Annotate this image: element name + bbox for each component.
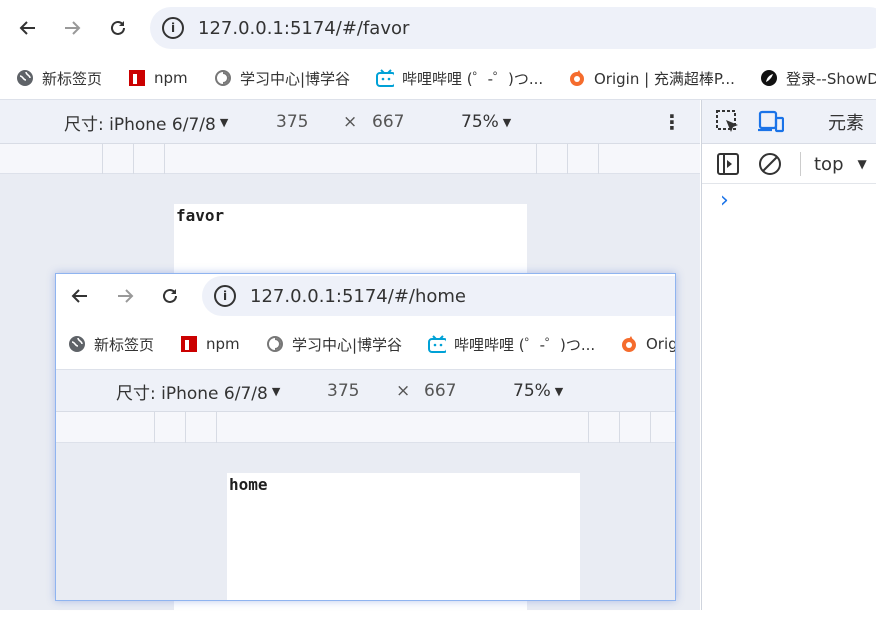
- bookmark-new-tab[interactable]: 新标签页: [68, 318, 155, 369]
- url-text: 127.0.0.1:5174/#/home: [250, 285, 466, 307]
- page-content: home: [227, 473, 580, 600]
- bookmark-label: 哔哩哔哩 (゜-゜)つ...: [454, 335, 596, 354]
- popup-device-toolbar: 尺寸: iPhone 6/7/8 ▼ 375 × 667 75% ▼: [56, 370, 675, 412]
- bookmark-label: 登录--ShowD: [786, 69, 876, 88]
- times-label: ×: [343, 112, 358, 132]
- tab-elements[interactable]: 元素: [828, 100, 864, 144]
- swirl-icon: [266, 335, 284, 353]
- site-info-icon[interactable]: i: [214, 285, 236, 307]
- bookmark-boxuegu[interactable]: 学习中心|博学谷: [266, 318, 403, 369]
- bookmark-label: 新标签页: [42, 69, 103, 88]
- bookmark-label: 学习中心|博学谷: [292, 335, 403, 354]
- globe-icon: [16, 69, 34, 87]
- console-toolbar: top ▼: [702, 144, 876, 184]
- origin-icon: [568, 69, 586, 87]
- popup-media-query-ruler: [56, 412, 675, 443]
- bilibili-icon: [428, 335, 446, 353]
- leaf-icon: [760, 69, 778, 87]
- bookmark-label: npm: [206, 335, 240, 353]
- forward-icon[interactable]: [58, 14, 86, 42]
- bookmark-npm[interactable]: npm: [128, 56, 188, 99]
- site-info-icon[interactable]: i: [162, 17, 184, 39]
- bookmark-bilibili[interactable]: 哔哩哔哩 (゜-゜)つ...: [376, 56, 544, 99]
- device-label: 尺寸: iPhone 6/7/8: [116, 383, 268, 404]
- bookmark-label: 新标签页: [94, 335, 155, 354]
- caret-down-icon: ▼: [271, 384, 281, 398]
- context-label: top: [814, 153, 844, 175]
- bookmark-label: 哔哩哔哩 (゜-゜)つ...: [402, 69, 544, 88]
- bookmark-npm[interactable]: npm: [180, 318, 240, 369]
- swirl-icon: [214, 69, 232, 87]
- bookmark-origin[interactable]: Origin | 充满超棒P...: [568, 56, 735, 99]
- popup-browser-window: i 127.0.0.1:5174/#/home 新标签页 npm 学习中心|博学…: [55, 273, 676, 601]
- url-text: 127.0.0.1:5174/#/favor: [198, 17, 410, 39]
- bookmark-origin[interactable]: Orig: [620, 318, 676, 369]
- bookmark-label: Origin | 充满超棒P...: [594, 69, 735, 88]
- page-text: home: [229, 475, 268, 494]
- zoom-label: 75%: [461, 112, 499, 132]
- sidebar-toggle-icon[interactable]: [716, 152, 740, 180]
- zoom-select[interactable]: 75% ▼: [461, 100, 511, 144]
- device-select[interactable]: 尺寸: iPhone 6/7/8 ▼: [64, 100, 228, 144]
- popup-address-bar[interactable]: i 127.0.0.1:5174/#/home: [202, 276, 675, 316]
- height-input[interactable]: 667: [372, 100, 404, 144]
- forward-icon[interactable]: [111, 282, 139, 310]
- context-select[interactable]: top ▼: [814, 144, 867, 184]
- device-toggle-icon[interactable]: [758, 110, 785, 138]
- npm-icon: [180, 335, 198, 353]
- reload-icon[interactable]: [104, 14, 132, 42]
- devtools-tabbar: 元素: [702, 100, 876, 144]
- zoom-select[interactable]: 75% ▼: [513, 370, 563, 412]
- caret-down-icon: ▼: [502, 115, 512, 129]
- reload-icon[interactable]: [156, 282, 184, 310]
- more-options-icon[interactable]: ⋮: [662, 100, 682, 144]
- console-prompt[interactable]: ›: [720, 188, 729, 213]
- zoom-label: 75%: [513, 381, 551, 401]
- popup-device-viewport: home: [56, 443, 675, 600]
- caret-down-icon: ▼: [219, 115, 229, 129]
- width-input[interactable]: 375: [276, 100, 308, 144]
- bookmark-showdoc[interactable]: 登录--ShowD: [760, 56, 876, 99]
- bilibili-icon: [376, 69, 394, 87]
- bookmark-label: npm: [154, 69, 188, 87]
- bookmark-label: Orig: [646, 335, 676, 353]
- popup-bookmarks-bar: 新标签页 npm 学习中心|博学谷 哔哩哔哩 (゜-゜)つ... Orig: [56, 318, 676, 370]
- npm-icon: [128, 69, 146, 87]
- bookmark-new-tab[interactable]: 新标签页: [16, 56, 103, 99]
- device-select[interactable]: 尺寸: iPhone 6/7/8 ▼: [116, 370, 280, 412]
- back-icon[interactable]: [66, 282, 94, 310]
- browser-toolbar: i 127.0.0.1:5174/#/favor: [0, 0, 876, 56]
- caret-down-icon: ▼: [857, 157, 867, 171]
- media-query-ruler: [0, 144, 700, 174]
- bookmark-label: 学习中心|博学谷: [240, 69, 351, 88]
- popup-toolbar: i 127.0.0.1:5174/#/home: [56, 274, 675, 318]
- clear-console-icon[interactable]: [758, 152, 782, 180]
- bookmark-bilibili[interactable]: 哔哩哔哩 (゜-゜)つ...: [428, 318, 596, 369]
- page-text: favor: [176, 206, 225, 225]
- globe-icon: [68, 335, 86, 353]
- devtools-panel: 元素 top ▼ ›: [701, 100, 876, 610]
- bookmarks-bar: 新标签页 npm 学习中心|博学谷 哔哩哔哩 (゜-゜)つ... Origin …: [0, 56, 876, 100]
- device-toolbar: 尺寸: iPhone 6/7/8 ▼ 375 × 667 75% ▼ ⋮: [0, 100, 700, 144]
- back-icon[interactable]: [14, 14, 42, 42]
- device-label: 尺寸: iPhone 6/7/8: [64, 114, 216, 135]
- width-input[interactable]: 375: [327, 370, 359, 412]
- caret-down-icon: ▼: [554, 384, 564, 398]
- address-bar[interactable]: i 127.0.0.1:5174/#/favor: [150, 7, 876, 49]
- origin-icon: [620, 335, 638, 353]
- times-label: ×: [396, 381, 411, 401]
- inspect-element-icon[interactable]: [716, 110, 740, 138]
- bookmark-boxuegu[interactable]: 学习中心|博学谷: [214, 56, 351, 99]
- height-input[interactable]: 667: [424, 370, 456, 412]
